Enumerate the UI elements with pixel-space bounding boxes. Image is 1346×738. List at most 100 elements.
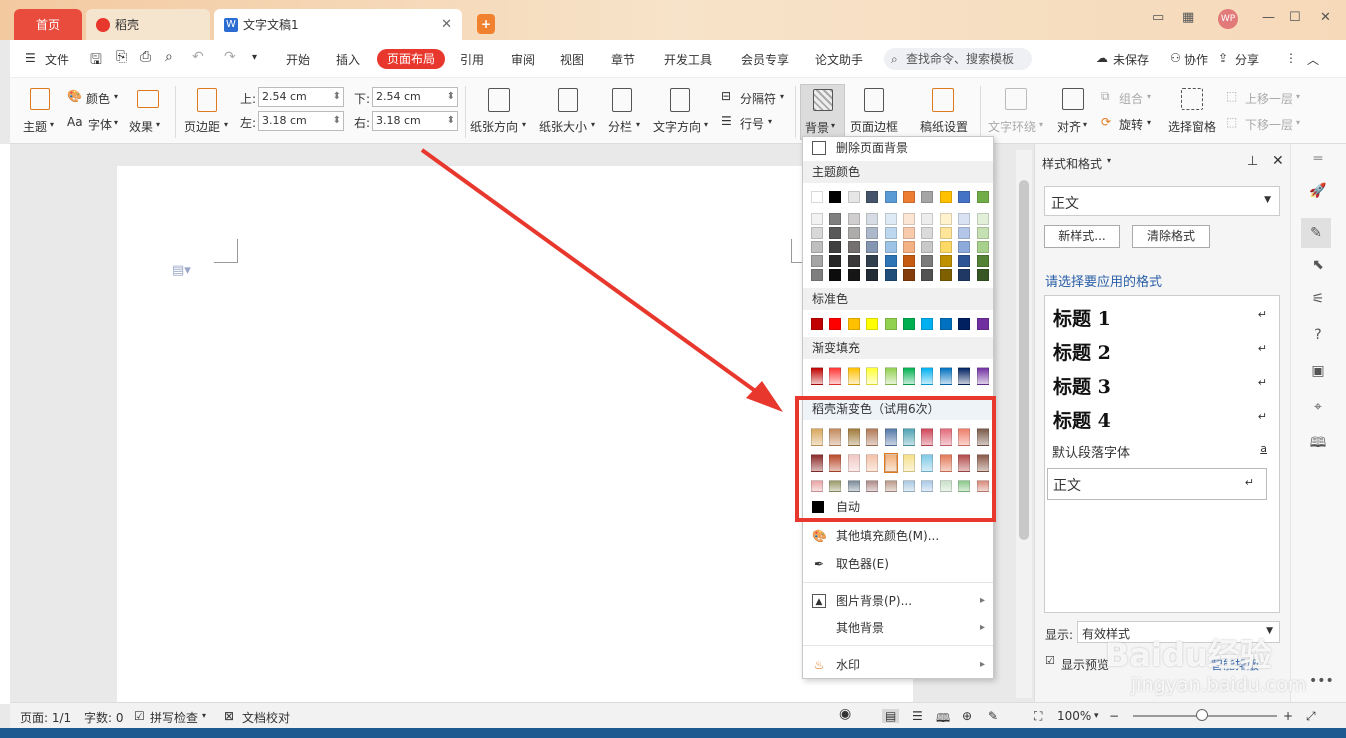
top-margin-input[interactable]: 2.54 cm bbox=[258, 87, 344, 107]
gradient-fill-swatch[interactable] bbox=[939, 367, 952, 385]
cursor-icon[interactable]: ⬉ bbox=[1309, 256, 1327, 274]
undo-icon[interactable]: ↶ bbox=[192, 49, 204, 65]
theme-shade-swatch[interactable] bbox=[903, 227, 915, 239]
menu-review[interactable]: 审阅 bbox=[511, 51, 535, 68]
menu-insert[interactable]: 插入 bbox=[336, 51, 360, 68]
orientation-button[interactable]: 纸张方向 bbox=[470, 118, 518, 135]
zoom-out-icon[interactable]: − bbox=[1109, 709, 1119, 723]
tab-home[interactable]: 首页 bbox=[14, 9, 82, 40]
theme-shade-swatch[interactable] bbox=[866, 241, 879, 253]
color-picker-item[interactable]: ✒ 取色器(E) bbox=[803, 551, 993, 577]
theme-shade-swatch[interactable] bbox=[976, 255, 989, 267]
menu-page-layout[interactable]: 页面布局 bbox=[377, 49, 445, 69]
template-icon[interactable]: ▣ bbox=[1309, 362, 1327, 380]
page-border-icon[interactable] bbox=[864, 88, 884, 112]
theme-shade-swatch[interactable] bbox=[958, 213, 971, 225]
align-button[interactable]: 对齐 bbox=[1057, 118, 1081, 135]
standard-color-swatch[interactable] bbox=[811, 318, 823, 330]
theme-shade-swatch[interactable] bbox=[939, 241, 952, 253]
grid-icon[interactable]: ▦ bbox=[1182, 10, 1194, 25]
bottom-margin-input[interactable]: 2.54 cm bbox=[372, 87, 458, 107]
more-horizontal-icon[interactable]: ••• bbox=[1309, 672, 1334, 690]
theme-shade-swatch[interactable] bbox=[976, 213, 989, 225]
menu-thesis[interactable]: 论文助手 bbox=[815, 51, 863, 68]
tab-daoke[interactable]: 稻壳 bbox=[86, 9, 210, 40]
other-background-item[interactable]: 其他背景 ▸ bbox=[803, 615, 993, 641]
theme-button[interactable]: 主题 bbox=[23, 118, 47, 135]
style-heading-3[interactable]: 标题 3 ↵ bbox=[1045, 368, 1279, 400]
scrollbar-thumb[interactable] bbox=[1019, 180, 1029, 540]
line-number-button[interactable]: 行号 bbox=[740, 115, 764, 132]
select-pane-icon[interactable] bbox=[1181, 88, 1203, 110]
close-panel-icon[interactable]: ✕ bbox=[1272, 153, 1284, 169]
page-view-icon[interactable]: ▤ bbox=[882, 709, 900, 723]
theme-shade-swatch[interactable] bbox=[939, 269, 952, 281]
theme-shade-swatch[interactable] bbox=[903, 255, 915, 267]
gradient-fill-swatch[interactable] bbox=[811, 367, 823, 385]
maximize-icon[interactable]: ☐ bbox=[1289, 10, 1301, 25]
paper-setup-icon[interactable] bbox=[932, 88, 954, 112]
standard-color-swatch[interactable] bbox=[921, 318, 934, 330]
menu-start[interactable]: 开始 bbox=[286, 51, 310, 68]
menu-view[interactable]: 视图 bbox=[560, 51, 584, 68]
theme-shade-swatch[interactable] bbox=[811, 241, 823, 253]
theme-shade-swatch[interactable] bbox=[958, 269, 971, 281]
theme-shade-swatch[interactable] bbox=[811, 255, 823, 267]
theme-shade-swatch[interactable] bbox=[921, 269, 934, 281]
theme-shade-swatch[interactable] bbox=[847, 213, 860, 225]
current-style-select[interactable]: 正文 ▼ bbox=[1044, 186, 1280, 216]
redo-icon[interactable]: ↷ bbox=[224, 49, 236, 65]
word-count[interactable]: 字数: 0 bbox=[84, 709, 124, 726]
standard-color-swatch[interactable] bbox=[847, 318, 860, 330]
theme-shade-swatch[interactable] bbox=[976, 227, 989, 239]
margins-button[interactable]: 页边距 bbox=[184, 118, 220, 135]
theme-shade-swatch[interactable] bbox=[884, 227, 897, 239]
delete-background-item[interactable]: 删除页面背景 bbox=[803, 135, 993, 161]
collab-button[interactable]: 协作 bbox=[1184, 51, 1208, 68]
text-direction-icon[interactable] bbox=[670, 88, 690, 112]
paragraph-format-icon[interactable]: ▤▾ bbox=[172, 263, 191, 278]
web-view-icon[interactable]: ⊕ bbox=[962, 709, 972, 723]
gradient-fill-swatch[interactable] bbox=[866, 367, 879, 385]
eye-protect-icon[interactable]: ◉ bbox=[839, 706, 851, 722]
menu-dev-tools[interactable]: 开发工具 bbox=[664, 51, 712, 68]
write-view-icon[interactable]: ✎ bbox=[988, 709, 998, 723]
theme-shade-swatch[interactable] bbox=[847, 269, 860, 281]
zoom-in-icon[interactable]: + bbox=[1283, 709, 1293, 723]
theme-shade-swatch[interactable] bbox=[829, 269, 842, 281]
pin-icon[interactable]: ⊥ bbox=[1247, 154, 1258, 169]
theme-color-swatch[interactable] bbox=[811, 191, 823, 203]
menu-member[interactable]: 会员专享 bbox=[741, 51, 789, 68]
theme-shade-swatch[interactable] bbox=[939, 213, 952, 225]
effect-button[interactable]: 效果 bbox=[129, 118, 153, 135]
fullscreen-icon[interactable]: ⤢ bbox=[1306, 709, 1316, 724]
fit-icon[interactable]: ⛶ bbox=[1034, 709, 1042, 724]
menu-reference[interactable]: 引用 bbox=[460, 51, 484, 68]
gradient-fill-swatch[interactable] bbox=[903, 367, 915, 385]
gradient-fill-swatch[interactable] bbox=[847, 367, 860, 385]
theme-shade-swatch[interactable] bbox=[939, 255, 952, 267]
menu-file[interactable]: 文件 bbox=[45, 51, 69, 68]
theme-color-swatch[interactable] bbox=[829, 191, 842, 203]
quick-access-dropdown-icon[interactable]: ▾ bbox=[252, 52, 257, 63]
left-margin-input[interactable]: 3.18 cm bbox=[258, 111, 344, 131]
columns-button[interactable]: 分栏 bbox=[608, 118, 632, 135]
theme-shade-swatch[interactable] bbox=[847, 227, 860, 239]
gradient-fill-swatch[interactable] bbox=[958, 367, 971, 385]
standard-color-swatch[interactable] bbox=[866, 318, 879, 330]
style-heading-2[interactable]: 标题 2 ↵ bbox=[1045, 334, 1279, 366]
theme-shade-swatch[interactable] bbox=[958, 255, 971, 267]
page-border-button[interactable]: 页面边框 bbox=[850, 118, 898, 135]
zoom-level[interactable]: 100% bbox=[1057, 709, 1091, 723]
paper-size-icon[interactable] bbox=[558, 88, 578, 112]
theme-shade-swatch[interactable] bbox=[903, 241, 915, 253]
theme-shade-swatch[interactable] bbox=[866, 213, 879, 225]
theme-shade-swatch[interactable] bbox=[884, 213, 897, 225]
standard-color-swatch[interactable] bbox=[958, 318, 971, 330]
orientation-icon[interactable] bbox=[488, 88, 510, 112]
theme-shade-swatch[interactable] bbox=[903, 269, 915, 281]
new-style-button[interactable]: 新样式... bbox=[1044, 225, 1120, 248]
theme-shade-swatch[interactable] bbox=[811, 269, 823, 281]
style-heading-1[interactable]: 标题 1 ↵ bbox=[1045, 300, 1279, 332]
right-margin-input[interactable]: 3.18 cm bbox=[372, 111, 458, 131]
